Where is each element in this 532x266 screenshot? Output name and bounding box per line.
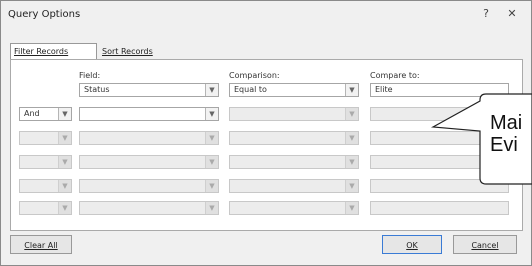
callout-line-1: Mai: [490, 112, 523, 134]
callout-line-2: Evi: [490, 134, 518, 156]
callout-bubble: [430, 93, 532, 185]
